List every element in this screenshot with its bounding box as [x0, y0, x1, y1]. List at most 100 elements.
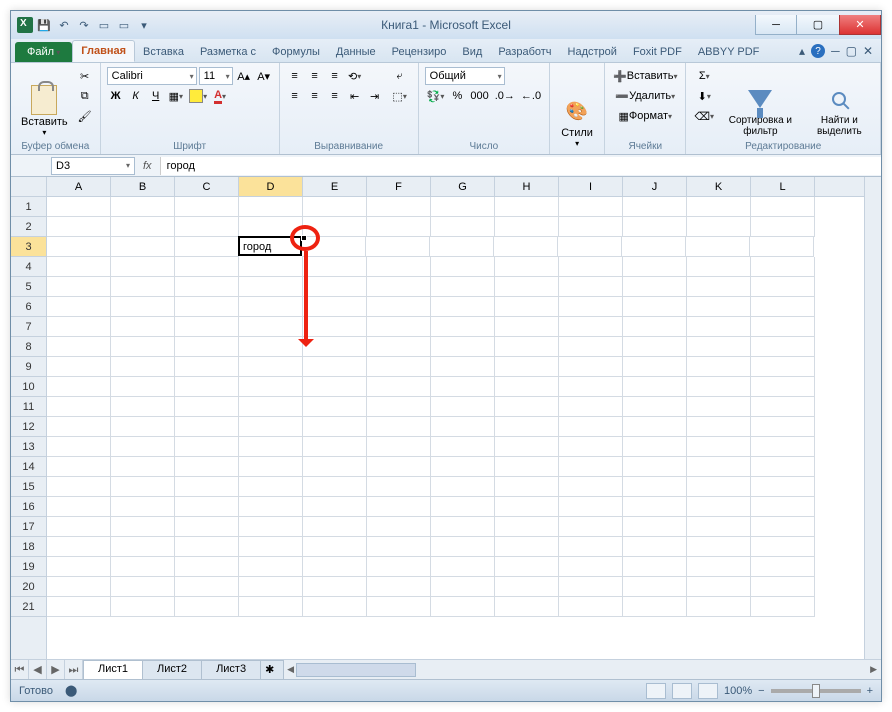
column-header[interactable]: D — [239, 177, 303, 196]
row-header[interactable]: 3 — [11, 237, 46, 257]
align-top-icon[interactable]: ≡ — [286, 67, 304, 85]
bold-button[interactable]: Ж — [107, 87, 125, 105]
cell[interactable] — [495, 457, 559, 477]
cell[interactable] — [239, 317, 303, 337]
tab-next-icon[interactable]: ▶ — [47, 660, 65, 679]
cell[interactable] — [367, 597, 431, 617]
fill-handle[interactable] — [301, 235, 307, 241]
cell[interactable] — [495, 517, 559, 537]
minimize-button[interactable]: ─ — [755, 15, 797, 35]
cell[interactable] — [47, 597, 111, 617]
wrap-text-icon[interactable]: ⤶ — [388, 67, 412, 85]
row-header[interactable]: 11 — [11, 397, 46, 417]
row-header[interactable]: 2 — [11, 217, 46, 237]
close-button[interactable]: ✕ — [839, 15, 881, 35]
tab-formulas[interactable]: Формулы — [264, 42, 328, 62]
cell[interactable] — [495, 537, 559, 557]
cell[interactable] — [47, 257, 111, 277]
zoom-out-icon[interactable]: − — [758, 685, 764, 697]
cell[interactable] — [623, 197, 687, 217]
zoom-slider[interactable] — [771, 689, 861, 693]
insert-cells-button[interactable]: ➕ Вставить — [611, 67, 679, 85]
cell[interactable] — [111, 237, 175, 257]
borders-icon[interactable]: ▦ — [167, 87, 185, 105]
cell[interactable] — [494, 237, 558, 257]
cell[interactable] — [751, 557, 815, 577]
cell[interactable] — [111, 597, 175, 617]
cell[interactable] — [687, 197, 751, 217]
cell[interactable] — [111, 337, 175, 357]
help-icon[interactable]: ? — [811, 44, 825, 58]
cell[interactable] — [687, 217, 751, 237]
styles-button[interactable]: 🎨 Стили ▾ — [556, 67, 598, 150]
cell[interactable] — [431, 417, 495, 437]
cut-icon[interactable]: ✂ — [76, 67, 94, 85]
cell[interactable] — [687, 457, 751, 477]
cell[interactable] — [495, 297, 559, 317]
cell[interactable] — [111, 577, 175, 597]
cell[interactable] — [687, 277, 751, 297]
cell[interactable] — [111, 497, 175, 517]
cell[interactable] — [623, 417, 687, 437]
cell[interactable] — [431, 217, 495, 237]
align-middle-icon[interactable]: ≡ — [306, 67, 324, 85]
cell[interactable] — [367, 357, 431, 377]
cell[interactable] — [111, 517, 175, 537]
cell[interactable] — [495, 577, 559, 597]
cell[interactable] — [175, 297, 239, 317]
cell[interactable] — [623, 337, 687, 357]
cell[interactable] — [751, 477, 815, 497]
increase-decimal-icon[interactable]: .0→ — [493, 87, 517, 105]
cell[interactable] — [367, 277, 431, 297]
format-painter-icon[interactable]: 🖌 — [76, 107, 94, 125]
cell[interactable] — [47, 397, 111, 417]
cell[interactable] — [495, 257, 559, 277]
tab-addins[interactable]: Надстрой — [560, 42, 625, 62]
cell[interactable] — [303, 437, 367, 457]
cell[interactable] — [431, 357, 495, 377]
cell[interactable] — [559, 397, 623, 417]
currency-icon[interactable]: 💱 — [425, 87, 447, 105]
cell[interactable] — [367, 377, 431, 397]
cell[interactable] — [47, 537, 111, 557]
row-header[interactable]: 10 — [11, 377, 46, 397]
cell[interactable] — [623, 437, 687, 457]
cell[interactable] — [239, 357, 303, 377]
cell[interactable] — [687, 257, 751, 277]
tab-last-icon[interactable]: ⏭ — [65, 660, 83, 679]
cell[interactable] — [559, 457, 623, 477]
cell[interactable] — [431, 337, 495, 357]
maximize-button[interactable]: ▢ — [797, 15, 839, 35]
cell[interactable] — [687, 437, 751, 457]
cell[interactable] — [239, 497, 303, 517]
sheet-tab[interactable]: Лист2 — [142, 660, 202, 679]
font-color-icon[interactable]: A — [211, 87, 229, 105]
orientation-icon[interactable]: ⟲ — [346, 67, 364, 85]
paste-button[interactable]: Вставить ▾ — [17, 67, 72, 139]
cell[interactable] — [367, 397, 431, 417]
tab-home[interactable]: Главная — [72, 40, 135, 62]
cell[interactable] — [367, 457, 431, 477]
cell[interactable] — [559, 437, 623, 457]
grow-font-icon[interactable]: A▴ — [235, 67, 253, 85]
cell[interactable] — [111, 557, 175, 577]
zoom-in-icon[interactable]: + — [867, 685, 873, 697]
cell[interactable] — [559, 477, 623, 497]
cell[interactable] — [751, 517, 815, 537]
italic-button[interactable]: К — [127, 87, 145, 105]
cell[interactable] — [495, 397, 559, 417]
column-header[interactable]: A — [47, 177, 111, 196]
cell[interactable] — [239, 197, 303, 217]
cell[interactable] — [751, 217, 815, 237]
format-cells-button[interactable]: ▦ Формат — [611, 107, 679, 125]
tab-layout[interactable]: Разметка с — [192, 42, 264, 62]
qat-btn[interactable]: ▭ — [95, 16, 113, 34]
cell[interactable] — [303, 597, 367, 617]
cell[interactable] — [239, 577, 303, 597]
copy-icon[interactable]: ⧉ — [76, 87, 94, 105]
doc-minimize-icon[interactable]: ─ — [831, 44, 840, 58]
formula-input[interactable]: город — [160, 157, 881, 175]
cell[interactable] — [623, 357, 687, 377]
cell[interactable] — [239, 397, 303, 417]
qat-btn[interactable]: ▭ — [115, 16, 133, 34]
